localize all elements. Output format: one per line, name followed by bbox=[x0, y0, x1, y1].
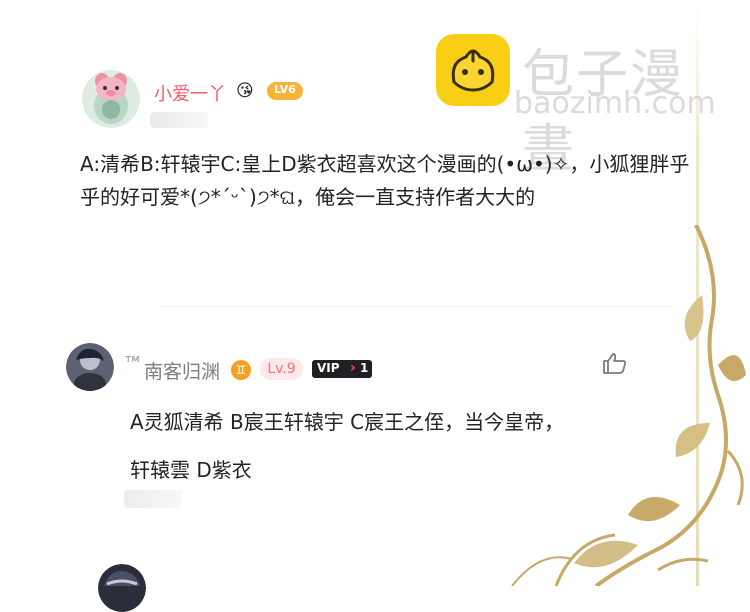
gemini-zodiac-icon: ♊ bbox=[231, 360, 251, 380]
vip-badge: VIP › 1 bbox=[312, 360, 372, 378]
level-badge: Lv.9 bbox=[260, 358, 303, 380]
gold-floral-ornament bbox=[511, 225, 746, 586]
avatar[interactable] bbox=[66, 343, 114, 391]
avatar[interactable] bbox=[98, 564, 146, 612]
name-prefix: ᴛᴍ bbox=[125, 352, 140, 365]
vip-label: VIP bbox=[317, 361, 340, 375]
blurred-timestamp bbox=[124, 490, 182, 508]
vip-level: 1 bbox=[360, 361, 369, 375]
username[interactable]: 南客归渊 bbox=[144, 357, 220, 384]
chevron-right-icon: › bbox=[350, 360, 356, 376]
